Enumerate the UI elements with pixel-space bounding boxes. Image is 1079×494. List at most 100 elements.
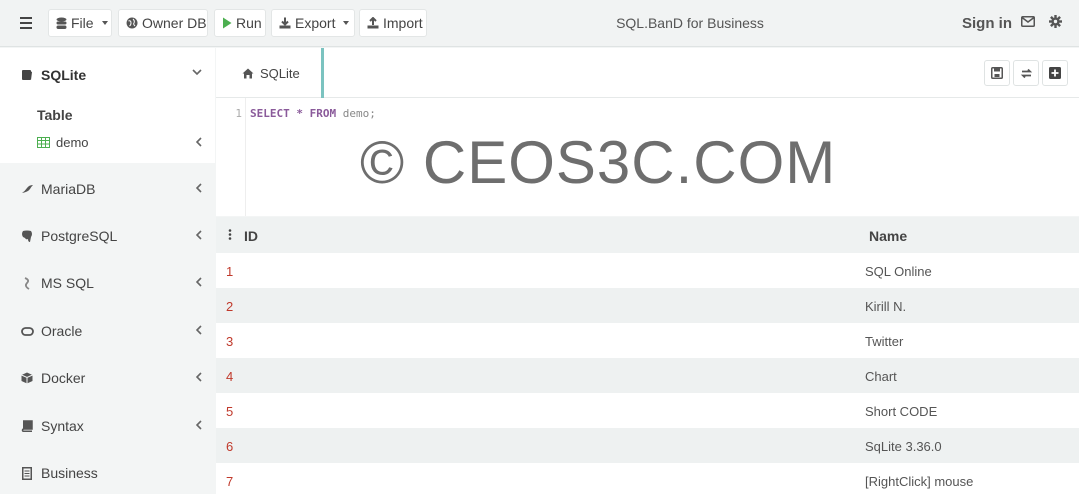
result-grid: ID Name 1 SQL Online 2 Kirill N. 3 Twitter …	[216, 217, 1079, 494]
upload-icon	[367, 17, 379, 29]
cell-name: [RightClick] mouse	[865, 474, 974, 489]
keyword-select: SELECT	[250, 107, 290, 120]
gear-icon[interactable]	[1049, 15, 1062, 28]
table-row[interactable]: 4 Chart	[216, 358, 1079, 393]
chevron-left-icon	[196, 277, 202, 287]
postgresql-icon	[20, 229, 34, 243]
import-button[interactable]: Import	[359, 9, 427, 37]
refresh-button[interactable]	[1013, 60, 1039, 86]
export-label: Export	[295, 15, 336, 31]
globe-icon	[126, 17, 138, 29]
cell-name: Twitter	[865, 334, 904, 349]
file-label: File	[71, 15, 94, 31]
line-gutter: 1	[216, 98, 246, 216]
sidebar-item-label: MS SQL	[41, 275, 94, 291]
table-row[interactable]: 6 SqLite 3.36.0	[216, 428, 1079, 463]
table-name: demo;	[342, 107, 376, 120]
chevron-down-icon	[101, 21, 108, 25]
column-header-name[interactable]: Name	[869, 228, 907, 244]
sidebar-item-label: Business	[41, 465, 98, 481]
sidebar-item-sqlite[interactable]: SQLite	[20, 65, 202, 85]
sidebar-item-label: PostgreSQL	[41, 228, 118, 244]
grid-header: ID Name	[216, 217, 1079, 253]
mariadb-icon	[20, 182, 34, 196]
top-toolbar: File Owner DB Run Export Import SQL.BanD…	[0, 0, 1079, 47]
sidebar-item-label: Docker	[41, 370, 86, 386]
watermark: © CEOS3C.COM	[360, 129, 837, 196]
section-label-table: Table	[37, 107, 73, 123]
cell-name: SqLite 3.36.0	[865, 439, 942, 454]
cell-name: SQL Online	[865, 264, 932, 279]
cell-id: 5	[226, 404, 234, 419]
sidebar-table-demo[interactable]: demo	[37, 133, 202, 151]
sidebar-item-mariadb[interactable]: MariaDB	[20, 179, 202, 199]
sql-code[interactable]: SELECT * FROM demo;	[250, 107, 376, 120]
book-icon	[20, 419, 34, 433]
chevron-down-icon	[343, 21, 350, 25]
document-icon	[20, 466, 34, 480]
cube-icon	[20, 371, 34, 385]
table-row[interactable]: 5 Short CODE	[216, 393, 1079, 428]
cell-name: Chart	[865, 369, 897, 384]
mssql-icon	[20, 276, 34, 290]
table-row[interactable]: 7 [RightClick] mouse	[216, 463, 1079, 494]
database-icon	[56, 17, 67, 29]
chevron-down-icon	[192, 69, 202, 76]
sidebar-item-business[interactable]: Business	[20, 463, 202, 483]
download-icon	[279, 17, 291, 29]
oracle-icon	[20, 324, 34, 338]
sidebar-item-label: Oracle	[41, 323, 83, 339]
run-label: Run	[236, 15, 262, 31]
chevron-left-icon	[196, 372, 202, 382]
cell-id: 3	[226, 334, 234, 349]
cell-id: 4	[226, 369, 234, 384]
sidebar-item-docker[interactable]: Docker	[20, 368, 202, 388]
sidebar: SQLite Table demo MariaDB PostgreSQL MS …	[0, 48, 215, 494]
run-button[interactable]: Run	[214, 9, 266, 37]
export-menu-button[interactable]: Export	[271, 9, 355, 37]
column-menu-icon[interactable]	[228, 229, 232, 240]
sidebar-item-oracle[interactable]: Oracle	[20, 321, 202, 341]
chevron-left-icon	[196, 420, 202, 430]
add-tab-button[interactable]	[1042, 60, 1068, 86]
editor-tab-bar: SQLite	[216, 48, 1079, 98]
refresh-icon	[1020, 68, 1032, 78]
mail-icon[interactable]	[1021, 16, 1035, 27]
cell-id: 7	[226, 474, 234, 489]
table-row[interactable]: 2 Kirill N.	[216, 288, 1079, 323]
cell-id: 6	[226, 439, 234, 454]
cell-name: Short CODE	[865, 404, 938, 419]
cell-id: 1	[226, 264, 234, 279]
play-icon	[223, 17, 232, 29]
menu-icon[interactable]	[14, 13, 36, 33]
cell-id: 2	[226, 299, 234, 314]
chevron-left-icon	[196, 183, 202, 193]
table-row[interactable]: 1 SQL Online	[216, 253, 1079, 288]
column-header-id[interactable]: ID	[244, 228, 258, 244]
keyword-from: FROM	[309, 107, 337, 120]
tab-label: SQLite	[260, 65, 300, 81]
sidebar-item-label: SQLite	[41, 67, 87, 83]
operator-star: *	[296, 107, 303, 120]
cell-name: Kirill N.	[865, 299, 907, 314]
file-menu-button[interactable]: File	[48, 9, 112, 37]
owner-db-label: Owner DB	[142, 15, 207, 31]
sidebar-item-ms-sql[interactable]: MS SQL	[20, 273, 202, 293]
save-icon	[991, 67, 1003, 79]
owner-db-button[interactable]: Owner DB	[118, 9, 208, 37]
sqlite-icon	[20, 68, 34, 82]
save-button[interactable]	[984, 60, 1010, 86]
line-number: 1	[235, 107, 242, 120]
table-item-label: demo	[56, 134, 89, 150]
sidebar-item-postgresql[interactable]: PostgreSQL	[20, 226, 202, 246]
import-label: Import	[383, 15, 423, 31]
table-row[interactable]: 3 Twitter	[216, 323, 1079, 358]
sidebar-item-label: Syntax	[41, 418, 84, 434]
chevron-left-icon	[196, 137, 202, 147]
tab-sqlite[interactable]: SQLite	[216, 48, 324, 98]
home-icon	[242, 68, 254, 78]
app-title: SQL.BanD for Business	[616, 15, 764, 31]
sidebar-item-syntax[interactable]: Syntax	[20, 416, 202, 436]
sign-in-link[interactable]: Sign in	[962, 15, 1012, 32]
chevron-left-icon	[196, 325, 202, 335]
